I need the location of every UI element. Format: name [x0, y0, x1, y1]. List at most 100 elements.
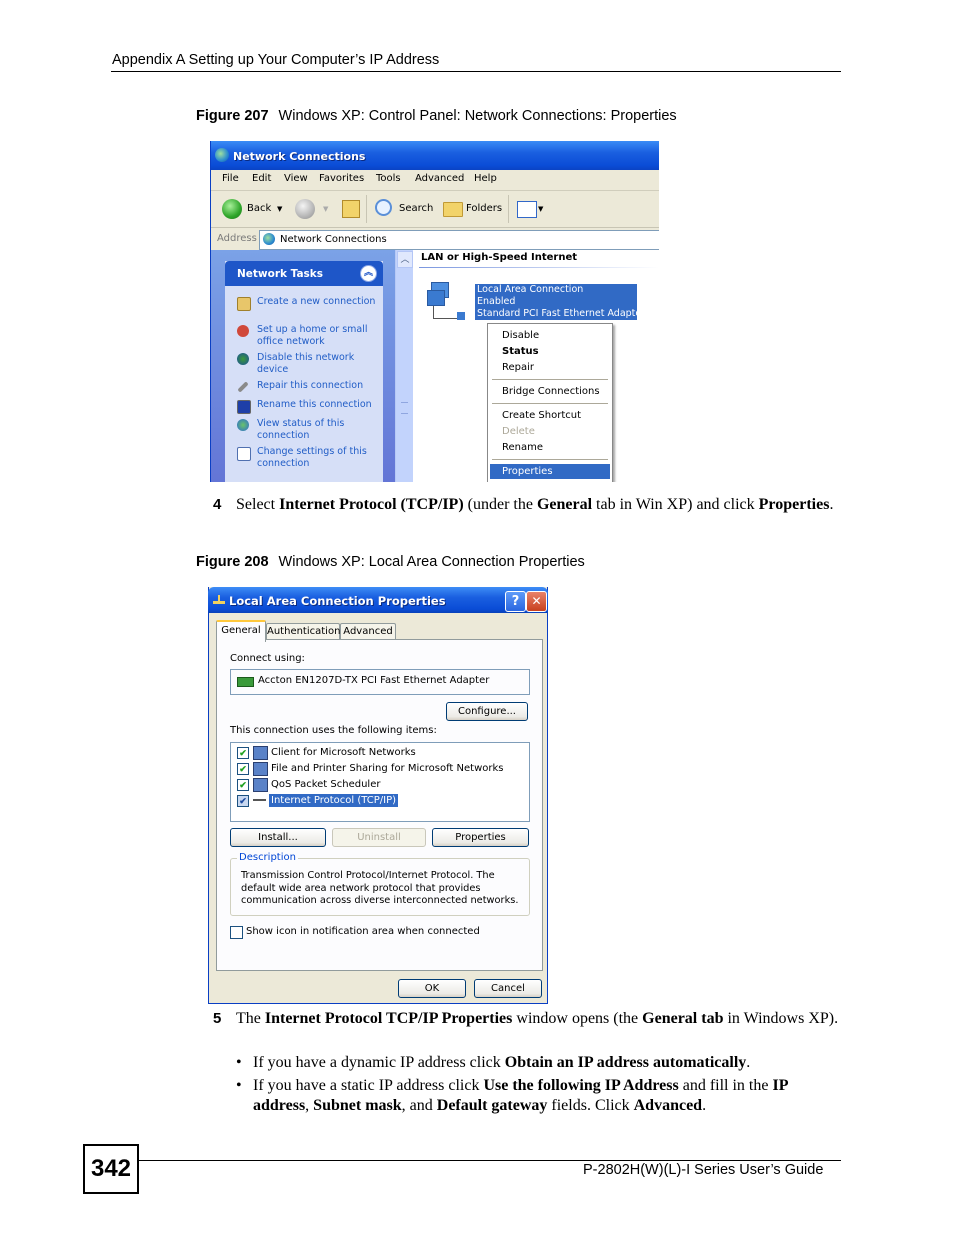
step-text: window opens (the [512, 1010, 643, 1027]
task-pane-scrollbar[interactable]: ︿ [395, 250, 413, 482]
folders-button[interactable]: Folders [466, 203, 502, 214]
address-field[interactable]: Network Connections [259, 230, 659, 250]
menu-item-status[interactable]: Status [502, 346, 539, 357]
menu-view[interactable]: View [284, 173, 308, 184]
context-menu: Disable Status Repair Bridge Connections… [487, 323, 613, 482]
menu-separator [492, 403, 608, 404]
bullet-text: If you have a dynamic IP address click [253, 1054, 505, 1071]
show-icon-label[interactable]: Show icon in notification area when conn… [246, 926, 480, 937]
list-item-tcp-ip[interactable]: ✔ Internet Protocol (TCP/IP) [237, 794, 527, 808]
menu-favorites[interactable]: Favorites [319, 173, 364, 184]
connection-status: Enabled [477, 296, 516, 307]
forward-arrow-icon[interactable] [295, 199, 315, 219]
selected-connection[interactable]: Local Area Connection Enabled Standard P… [475, 284, 637, 320]
tab-general[interactable]: General [216, 620, 266, 642]
tab-advanced[interactable]: Advanced [340, 623, 396, 640]
title-bar: Local Area Connection Properties ? ✕ [208, 587, 548, 613]
bullet-bold: Advanced [633, 1097, 703, 1114]
menu-edit[interactable]: Edit [252, 173, 271, 184]
address-label: Address [217, 233, 257, 244]
uninstall-button: Uninstall [332, 828, 426, 847]
task-label[interactable]: Disable this network device [257, 352, 377, 376]
menu-help[interactable]: Help [474, 173, 497, 184]
connection-name: Local Area Connection [477, 284, 584, 295]
menu-item-properties[interactable]: Properties [502, 466, 553, 477]
menu-item-rename[interactable]: Rename [502, 442, 543, 453]
menu-item-create-shortcut[interactable]: Create Shortcut [502, 410, 581, 421]
menu-bar: File Edit View Favorites Tools Advanced … [211, 170, 659, 191]
components-list: ✔ Client for Microsoft Networks ✔ File a… [230, 742, 530, 822]
running-footer: P-2802H(W)(L)-I Series User’s Guide [583, 1162, 824, 1178]
bullet-text: . [702, 1097, 707, 1114]
step-bold: General tab [642, 1010, 724, 1027]
configure-button[interactable]: Configure... [446, 702, 528, 721]
task-label[interactable]: Rename this connection [257, 399, 377, 411]
computer-icon [253, 746, 268, 760]
back-arrow-icon[interactable] [222, 199, 242, 219]
views-icon[interactable] [517, 201, 537, 218]
menu-file[interactable]: File [222, 173, 239, 184]
address-bar: Address Network Connections [211, 228, 659, 250]
figure-label: Figure 207 [196, 108, 269, 124]
tab-authentication[interactable]: Authentication [266, 623, 340, 640]
item-checkbox[interactable]: ✔ [237, 747, 249, 759]
item-label: QoS Packet Scheduler [271, 779, 381, 790]
toolbar: Back ▼ ▼ Search Folders ▼ [211, 191, 659, 228]
network-connector-icon [213, 595, 225, 605]
task-label[interactable]: View status of this connection [257, 418, 377, 442]
connection-adapter: Standard PCI Fast Ethernet Adapter [477, 308, 637, 319]
up-folder-icon[interactable] [342, 200, 360, 218]
lan-connection-icon[interactable] [425, 282, 465, 324]
step-bold: Internet Protocol TCP/IP Properties [264, 1010, 513, 1027]
task-label[interactable]: Change settings of this connection [257, 446, 377, 470]
rename-icon [237, 400, 251, 414]
list-item-file-printer-sharing[interactable]: ✔ File and Printer Sharing for Microsoft… [237, 762, 527, 776]
page-number: 342 [83, 1144, 139, 1194]
search-button[interactable]: Search [399, 203, 433, 214]
item-checkbox[interactable]: ✔ [237, 763, 249, 775]
views-dropdown-icon[interactable]: ▼ [538, 205, 543, 213]
bullet-bold: Use the following IP Address [483, 1077, 679, 1094]
list-item-client-ms-networks[interactable]: ✔ Client for Microsoft Networks [237, 746, 527, 760]
scroll-up-icon[interactable]: ︿ [397, 251, 413, 268]
bullet-bold: Default gateway [436, 1097, 548, 1114]
running-header: Appendix A Setting up Your Computer’s IP… [112, 52, 440, 68]
forward-dropdown-icon: ▼ [323, 205, 329, 213]
network-connections-icon [215, 148, 229, 162]
step-4: 4 Select Internet Protocol (TCP/IP) (und… [213, 495, 833, 515]
network-tasks-header[interactable]: Network Tasks ︽ [225, 261, 383, 286]
close-button[interactable]: ✕ [526, 591, 547, 612]
bullet-text: . [746, 1054, 751, 1071]
scroll-grip[interactable] [401, 402, 408, 414]
back-dropdown-icon[interactable]: ▼ [277, 205, 282, 213]
menu-item-disable[interactable]: Disable [502, 330, 539, 341]
menu-advanced[interactable]: Advanced [415, 173, 464, 184]
back-button[interactable]: Back [247, 203, 271, 214]
task-label[interactable]: Set up a home or small office network [257, 324, 377, 348]
cancel-button[interactable]: Cancel [474, 979, 542, 998]
connect-using-label: Connect using: [230, 653, 305, 664]
item-checkbox[interactable]: ✔ [237, 779, 249, 791]
search-icon[interactable] [375, 199, 392, 216]
collapse-chevron-icon[interactable]: ︽ [360, 265, 377, 282]
task-label[interactable]: Create a new connection [257, 296, 377, 308]
new-connection-icon [237, 297, 251, 311]
menu-item-repair[interactable]: Repair [502, 362, 534, 373]
menu-item-bridge-connections[interactable]: Bridge Connections [502, 386, 600, 397]
show-icon-checkbox[interactable] [230, 926, 243, 939]
list-item-qos-packet-scheduler[interactable]: ✔ QoS Packet Scheduler [237, 778, 527, 792]
item-checkbox[interactable]: ✔ [237, 795, 249, 807]
install-button[interactable]: Install... [230, 828, 326, 847]
task-label[interactable]: Repair this connection [257, 380, 377, 392]
ok-button[interactable]: OK [398, 979, 466, 998]
help-button[interactable]: ? [505, 591, 526, 612]
figure-caption-text: Windows XP: Local Area Connection Proper… [278, 554, 585, 570]
folders-icon[interactable] [443, 202, 463, 217]
lan-properties-dialog: Local Area Connection Properties ? ✕ Gen… [208, 587, 548, 1004]
disable-device-icon [237, 353, 249, 365]
network-tasks-title: Network Tasks [237, 268, 324, 280]
step-bold: General [536, 496, 593, 513]
group-divider [419, 267, 659, 268]
properties-button[interactable]: Properties [432, 828, 529, 847]
menu-tools[interactable]: Tools [376, 173, 401, 184]
